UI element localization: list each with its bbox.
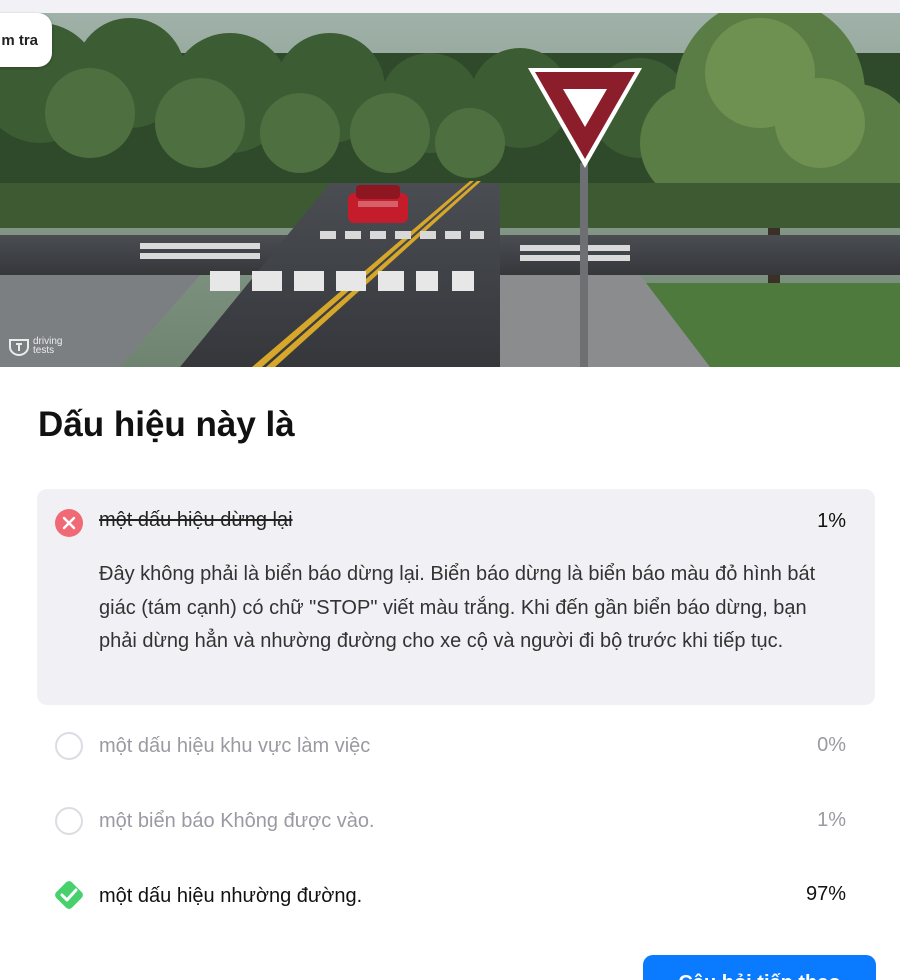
question-title: Dấu hiệu này là bbox=[38, 405, 295, 444]
answer-text: một dấu hiệu dừng lại bbox=[99, 509, 293, 531]
answer-text: một biển báo Không được vào. bbox=[99, 810, 375, 832]
driving-tests-logo-icon bbox=[9, 339, 29, 356]
watermark: driving tests bbox=[8, 336, 73, 356]
answer-option-3[interactable]: một biển báo Không được vào. 1% bbox=[37, 805, 875, 839]
radio-empty-icon bbox=[55, 807, 83, 835]
answer-option-4[interactable]: một dấu hiệu nhường đường. 97% bbox=[37, 877, 875, 913]
next-question-button[interactable]: Câu hỏi tiếp theo bbox=[643, 955, 876, 980]
question-image bbox=[0, 13, 900, 367]
watermark-text: driving tests bbox=[33, 336, 63, 356]
check-answer-tab-label: m tra bbox=[1, 31, 38, 49]
check-diamond-icon bbox=[51, 877, 87, 913]
answer-text: một dấu hiệu nhường đường. bbox=[99, 885, 363, 907]
answer-explanation: Đây không phải là biển báo dừng lại. Biể… bbox=[99, 563, 816, 652]
answer-percent: 1% bbox=[817, 809, 846, 831]
answer-text: một dấu hiệu khu vực làm việc bbox=[99, 735, 371, 757]
answer-percent: 97% bbox=[805, 883, 846, 905]
answer-option-2[interactable]: một dấu hiệu khu vực làm việc 0% bbox=[37, 730, 875, 764]
answer-percent: 0% bbox=[817, 734, 846, 756]
radio-empty-icon bbox=[55, 732, 83, 760]
next-question-label: Câu hỏi tiếp theo bbox=[678, 972, 840, 980]
top-strip bbox=[0, 0, 900, 13]
answer-percent: 1% bbox=[817, 510, 846, 532]
x-circle-icon bbox=[55, 509, 83, 537]
check-answer-tab[interactable]: m tra bbox=[0, 13, 52, 67]
answer-option-1[interactable]: một dấu hiệu dừng lại 1% Đây không phải … bbox=[37, 489, 875, 705]
